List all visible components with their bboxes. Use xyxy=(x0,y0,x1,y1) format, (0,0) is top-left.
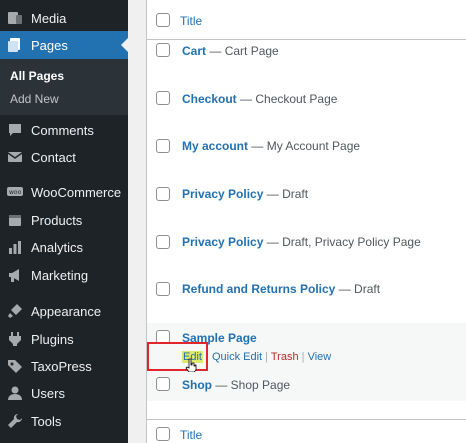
quick-edit-link[interactable]: Quick Edit xyxy=(212,351,262,363)
tools-icon xyxy=(7,413,23,429)
products-icon xyxy=(7,212,23,228)
menu-item-label: Analytics xyxy=(31,239,84,255)
pages-submenu: All Pages Add New xyxy=(0,59,128,115)
page-title-link[interactable]: Checkout xyxy=(182,92,237,106)
admin-sidebar: Media Pages All Pages Add New Comments C… xyxy=(0,0,128,443)
table-header: Title xyxy=(147,0,466,40)
contact-icon xyxy=(7,149,23,165)
row-checkbox[interactable] xyxy=(156,282,170,296)
table-row: Privacy Policy — Draft, Privacy Policy P… xyxy=(147,232,466,279)
column-title-sort[interactable]: Title xyxy=(180,14,202,28)
page-title-link[interactable]: My account xyxy=(182,139,248,153)
menu-item-pages[interactable]: Pages xyxy=(0,31,128,59)
page-title-link[interactable]: Privacy Policy xyxy=(182,187,263,201)
page-state: — Draft xyxy=(266,187,309,201)
table-row: Privacy Policy — Draft xyxy=(147,184,466,232)
page-state: — Draft, Privacy Policy Page xyxy=(266,235,421,249)
menu-item-users[interactable]: Users xyxy=(0,379,128,407)
menu-item-appearance[interactable]: Appearance xyxy=(0,297,128,325)
menu-item-products[interactable]: Products xyxy=(0,206,128,234)
page-state: — Shop Page xyxy=(215,378,291,392)
users-icon xyxy=(7,385,23,401)
column-title-sort-footer[interactable]: Title xyxy=(180,428,202,442)
menu-item-label: Appearance xyxy=(31,303,102,319)
menu-item-label: Products xyxy=(31,212,83,228)
select-all-checkbox[interactable] xyxy=(156,13,170,27)
page-title-link[interactable]: Refund and Returns Policy xyxy=(182,282,335,296)
marketing-icon xyxy=(7,267,23,283)
page-title-link[interactable]: Cart xyxy=(182,44,206,58)
comments-icon xyxy=(7,122,23,138)
analytics-icon xyxy=(7,239,23,255)
menu-item-label: Marketing xyxy=(31,267,89,283)
row-checkbox[interactable] xyxy=(156,187,170,201)
menu-item-marketing[interactable]: Marketing xyxy=(0,261,128,289)
woocommerce-icon: woo xyxy=(7,184,23,200)
row-checkbox[interactable] xyxy=(156,43,170,57)
page-state: — Checkout Page xyxy=(240,92,338,106)
pages-icon xyxy=(7,37,23,53)
table-footer: Title xyxy=(147,419,466,443)
menu-item-label: Pages xyxy=(31,37,68,53)
menu-item-plugins[interactable]: Plugins xyxy=(0,325,128,353)
page-title-link[interactable]: Privacy Policy xyxy=(182,235,263,249)
table-row: Shop — Shop Page xyxy=(147,371,466,401)
page-title-link[interactable]: Shop xyxy=(182,378,212,392)
table-row: Checkout — Checkout Page xyxy=(147,88,466,136)
menu-item-woocommerce[interactable]: woo WooCommerce xyxy=(0,178,128,206)
appearance-icon xyxy=(7,303,23,319)
separator: | xyxy=(298,351,308,363)
view-link[interactable]: View xyxy=(308,351,332,363)
trash-link[interactable]: Trash xyxy=(271,351,299,363)
menu-item-label: Contact xyxy=(31,149,76,165)
separator: | xyxy=(262,351,271,363)
menu-item-media[interactable]: Media xyxy=(0,4,128,32)
menu-item-label: TaxoPress xyxy=(31,358,92,374)
table-row: My account — My Account Page xyxy=(147,136,466,184)
menu-item-label: Media xyxy=(31,10,67,26)
submenu-add-new[interactable]: Add New xyxy=(10,92,59,106)
table-row: Cart — Cart Page xyxy=(147,41,466,88)
media-icon xyxy=(7,10,23,26)
page-state: — Cart Page xyxy=(209,44,279,58)
menu-item-comments[interactable]: Comments xyxy=(0,116,128,144)
menu-item-label: Plugins xyxy=(31,331,74,347)
row-checkbox[interactable] xyxy=(156,235,170,249)
menu-item-label: WooCommerce xyxy=(31,184,122,200)
page-state: — Draft xyxy=(338,282,381,296)
menu-item-label: Users xyxy=(31,385,65,401)
row-checkbox[interactable] xyxy=(156,91,170,105)
annotation-highlight-box xyxy=(147,342,208,371)
menu-item-taxopress[interactable]: TaxoPress xyxy=(0,352,128,380)
submenu-all-pages[interactable]: All Pages xyxy=(10,69,64,83)
menu-item-contact[interactable]: Contact xyxy=(0,143,128,171)
menu-item-analytics[interactable]: Analytics xyxy=(0,233,128,261)
svg-text:woo: woo xyxy=(9,189,22,196)
row-checkbox[interactable] xyxy=(156,139,170,153)
menu-item-label: Comments xyxy=(31,122,94,138)
active-menu-arrow xyxy=(121,38,128,52)
select-all-checkbox-footer[interactable] xyxy=(156,427,170,441)
table-row: Refund and Returns Policy — Draft xyxy=(147,279,466,323)
menu-item-tools[interactable]: Tools xyxy=(0,407,128,435)
row-checkbox[interactable] xyxy=(156,377,170,391)
plugins-icon xyxy=(7,331,23,347)
pages-list-table: Title Cart — Cart Page Checkout — Checko… xyxy=(146,0,466,443)
page-state: — My Account Page xyxy=(251,139,361,153)
taxopress-icon xyxy=(7,358,23,374)
hand-cursor-icon xyxy=(185,358,197,372)
menu-item-label: Tools xyxy=(31,413,62,429)
